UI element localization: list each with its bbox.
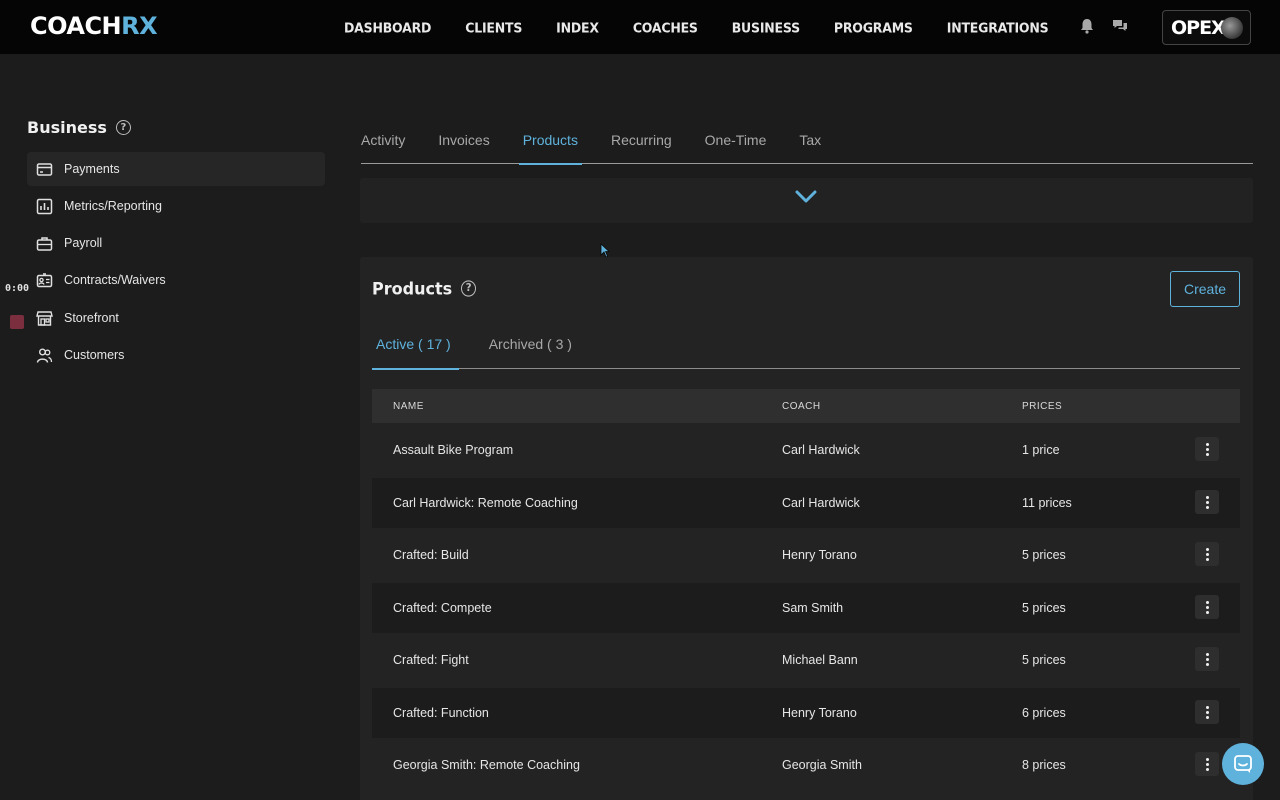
sidebar-item-payroll[interactable]: Payroll [27, 226, 325, 260]
product-name: Crafted: Build [393, 548, 469, 562]
product-status-tabs: Active ( 17 ) Archived ( 3 ) [372, 327, 1240, 370]
more-options-icon[interactable] [1195, 700, 1219, 724]
tab-archived[interactable]: Archived ( 3 ) [485, 327, 576, 369]
sidebar-title-text: Business [27, 118, 107, 137]
product-prices: 5 prices [1022, 548, 1066, 562]
nav-coaches[interactable]: COACHES [633, 19, 698, 35]
more-options-icon[interactable] [1195, 490, 1219, 514]
chevron-down-icon [795, 190, 817, 203]
column-header-name[interactable]: NAME [393, 401, 424, 412]
product-prices: 1 price [1022, 443, 1060, 457]
nav-integrations[interactable]: INTEGRATIONS [947, 19, 1049, 35]
sidebar-item-customers[interactable]: Customers [27, 338, 325, 372]
table-row[interactable]: Assault Bike Program Carl Hardwick 1 pri… [372, 425, 1240, 475]
table-row[interactable]: Crafted: Function Henry Torano 6 prices [372, 688, 1240, 738]
sidebar-item-label: Customers [64, 348, 125, 362]
product-coach: Georgia Smith [782, 758, 862, 772]
product-prices: 6 prices [1022, 706, 1066, 720]
column-header-prices[interactable]: PRICES [1022, 401, 1062, 412]
coachrx-logo[interactable]: COACHRX [30, 12, 158, 40]
users-icon [36, 348, 53, 363]
sidebar-item-label: Payroll [64, 236, 103, 250]
id-card-icon [36, 272, 53, 287]
nav-programs[interactable]: PROGRAMS [834, 19, 913, 35]
create-button[interactable]: Create [1170, 271, 1240, 307]
more-options-icon[interactable] [1195, 542, 1219, 566]
tab-tax[interactable]: Tax [799, 118, 821, 164]
nav-business[interactable]: BUSINESS [732, 19, 800, 35]
product-name: Crafted: Fight [393, 653, 469, 667]
logo-text: COACH [30, 12, 122, 40]
bell-icon[interactable] [1078, 17, 1096, 35]
product-prices: 11 prices [1022, 496, 1072, 510]
tab-recurring[interactable]: Recurring [611, 118, 672, 164]
chat-bubble-icon [1234, 755, 1252, 773]
help-icon[interactable]: ? [461, 280, 477, 297]
tab-invoices[interactable]: Invoices [438, 118, 489, 164]
product-coach: Carl Hardwick [782, 443, 860, 457]
sidebar-item-label: Storefront [64, 311, 119, 325]
sidebar-item-storefront[interactable]: Storefront [27, 301, 325, 335]
record-indicator [10, 315, 24, 329]
product-name: Georgia Smith: Remote Coaching [393, 758, 580, 772]
table-row[interactable]: Crafted: Fight Michael Bann 5 prices [372, 635, 1240, 685]
sidebar-item-label: Contracts/Waivers [64, 273, 166, 287]
expand-filters-bar[interactable] [360, 178, 1253, 223]
sidebar-item-metrics[interactable]: Metrics/Reporting [27, 189, 325, 223]
product-coach: Sam Smith [782, 601, 844, 615]
logo-accent-text: RX [121, 12, 158, 40]
product-coach: Michael Bann [782, 653, 858, 667]
video-timestamp: 0:00 [5, 283, 30, 294]
bar-chart-icon [36, 198, 53, 214]
sidebar-item-payments[interactable]: Payments [27, 152, 325, 186]
nav-clients[interactable]: CLIENTS [465, 19, 522, 35]
avatar [1221, 17, 1243, 39]
column-header-coach[interactable]: COACH [782, 401, 821, 412]
mouse-cursor-icon [600, 243, 610, 258]
table-row[interactable]: Crafted: Build Henry Torano 5 prices [372, 530, 1240, 580]
product-prices: 5 prices [1022, 653, 1066, 667]
products-title-text: Products [372, 278, 453, 299]
sidebar-item-contracts[interactable]: Contracts/Waivers [27, 263, 325, 297]
tab-products[interactable]: Products [518, 118, 583, 165]
credit-card-icon [36, 162, 53, 176]
tab-activity[interactable]: Activity [361, 118, 405, 164]
sidebar-item-label: Metrics/Reporting [64, 199, 162, 213]
org-switcher[interactable]: OPEX [1162, 10, 1251, 45]
main-nav: DASHBOARD CLIENTS INDEX COACHES BUSINESS… [344, 0, 1082, 54]
tab-one-time[interactable]: One-Time [705, 118, 767, 164]
table-header: NAME COACH PRICES [372, 389, 1240, 423]
nav-index[interactable]: INDEX [556, 19, 599, 35]
product-prices: 5 prices [1022, 601, 1066, 615]
sidebar-item-label: Payments [64, 162, 120, 176]
org-name: OPEX [1171, 16, 1226, 39]
chat-icon[interactable] [1111, 17, 1129, 35]
top-navbar: COACHRX DASHBOARD CLIENTS INDEX COACHES … [0, 0, 1280, 54]
product-coach: Henry Torano [782, 548, 857, 562]
briefcase-icon [36, 236, 53, 251]
support-chat-button[interactable] [1222, 743, 1264, 785]
products-panel: Products ? Create Active ( 17 ) Archived… [360, 257, 1253, 800]
product-coach: Henry Torano [782, 706, 857, 720]
product-coach: Carl Hardwick [782, 496, 860, 510]
business-tabs: Activity Invoices Products Recurring One… [361, 118, 1253, 165]
table-row[interactable]: Carl Hardwick: Remote Coaching Carl Hard… [372, 478, 1240, 528]
more-options-icon[interactable] [1195, 437, 1219, 461]
sidebar-title: Business ? [27, 118, 131, 137]
store-icon [36, 310, 53, 326]
tab-active[interactable]: Active ( 17 ) [372, 327, 459, 370]
product-name: Crafted: Compete [393, 601, 492, 615]
more-options-icon[interactable] [1195, 595, 1219, 619]
help-icon[interactable]: ? [115, 120, 131, 135]
more-options-icon[interactable] [1195, 752, 1219, 776]
table-row[interactable]: Georgia Smith: Remote Coaching Georgia S… [372, 740, 1240, 790]
more-options-icon[interactable] [1195, 647, 1219, 671]
product-name: Crafted: Function [393, 706, 489, 720]
product-name: Assault Bike Program [393, 443, 514, 457]
product-prices: 8 prices [1022, 758, 1066, 772]
products-title: Products ? [372, 278, 477, 299]
nav-dashboard[interactable]: DASHBOARD [344, 19, 431, 35]
product-name: Carl Hardwick: Remote Coaching [393, 496, 578, 510]
table-row[interactable]: Crafted: Compete Sam Smith 5 prices [372, 583, 1240, 633]
